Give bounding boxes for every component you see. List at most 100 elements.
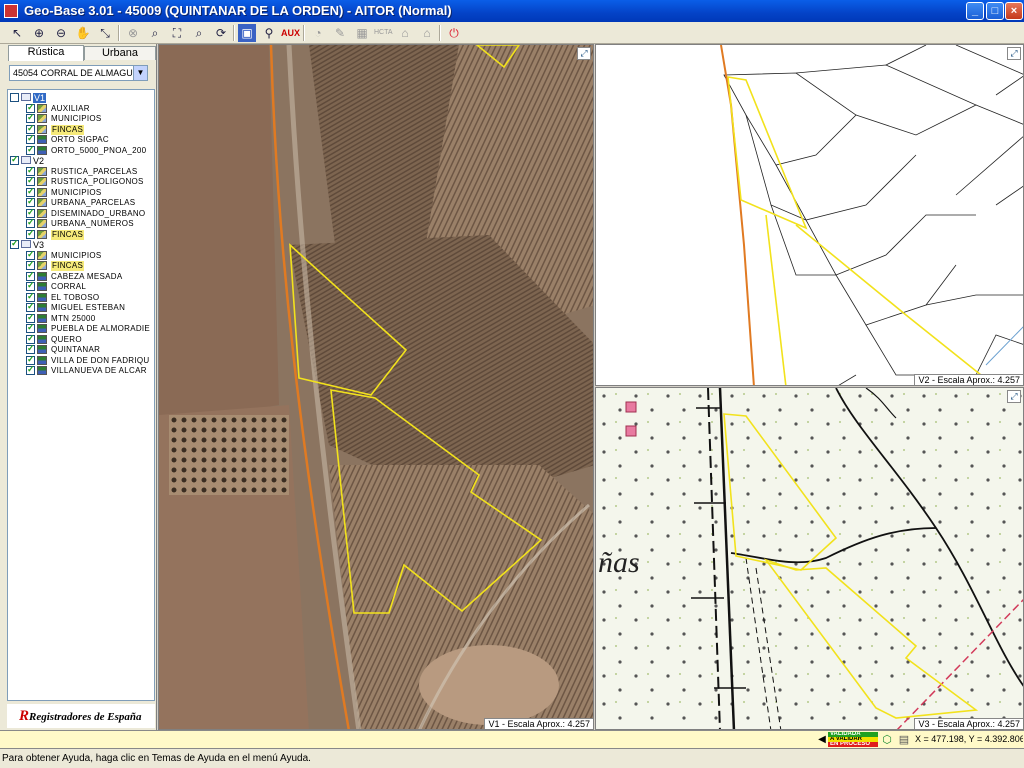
municipality-value: 45054 CORRAL DE ALMAGUE — [13, 68, 139, 78]
map-view-v3[interactable]: ñas ⤢ V3 - Escala Aprox.: 4.257 — [595, 387, 1024, 730]
status-bar: Para obtener Ayuda, haga clic en Temas d… — [0, 749, 1024, 768]
validation-status-badge[interactable]: VALIDADA A VALIDAR EN PROCESO — [828, 732, 878, 748]
layer-icon — [37, 167, 47, 176]
folder-icon — [21, 93, 31, 101]
stop-icon[interactable]: ⏻ — [445, 24, 463, 42]
group-label: V1 — [33, 93, 47, 103]
layer-item[interactable]: RUSTICA_POLIGONOS — [26, 175, 144, 187]
layer-icon — [37, 335, 47, 344]
layer-icon — [37, 303, 47, 312]
layer-checkbox[interactable] — [26, 196, 35, 207]
maximize-view-icon[interactable]: ⤢ — [1007, 47, 1021, 60]
group-label: V2 — [33, 156, 45, 166]
layer-checkbox[interactable] — [26, 228, 35, 239]
layer-item[interactable]: QUINTANAR — [26, 343, 100, 355]
layer-checkbox[interactable] — [26, 112, 35, 123]
book-icon[interactable]: ▤ — [897, 733, 911, 747]
layer-item[interactable]: MUNICIPIOS — [26, 186, 102, 198]
map-view-v2[interactable]: ⤢ V2 - Escala Aprox.: 4.257 — [595, 44, 1024, 386]
chevron-down-icon[interactable]: ▼ — [133, 66, 147, 80]
layer-checkbox[interactable] — [26, 259, 35, 270]
layer-panel: Rústica Urbana 45054 CORRAL DE ALMAGUE ▼… — [0, 44, 157, 730]
layer-item[interactable]: MIGUEL ESTEBAN — [26, 301, 125, 313]
chevron-left-icon[interactable]: ◀ — [817, 733, 827, 747]
zoom-out-icon[interactable]: ⊖ — [52, 24, 70, 42]
layer-checkbox[interactable] — [26, 301, 35, 312]
layer-item[interactable]: RUSTICA_PARCELAS — [26, 165, 137, 177]
layer-item[interactable]: CABEZA MESADA — [26, 270, 122, 282]
find-icon[interactable]: ⚲ — [260, 24, 278, 42]
layer-checkbox[interactable] — [26, 280, 35, 291]
window-title: Geo-Base 3.01 - 45009 (QUINTANAR DE LA O… — [24, 3, 452, 18]
house-icon[interactable]: ⌂ — [396, 24, 414, 42]
refresh-icon[interactable]: ⟳ — [212, 24, 230, 42]
layer-item[interactable]: VILLA DE DON FADRIQU — [26, 354, 149, 366]
zoom-window-icon[interactable]: ⌕ — [146, 24, 164, 42]
layer-checkbox[interactable] — [26, 144, 35, 155]
layer-item[interactable]: AUXILIAR — [26, 102, 90, 114]
layer-item[interactable]: FINCAS — [26, 228, 85, 240]
measure-icon[interactable]: ⤡ — [96, 24, 114, 42]
select-arrow-icon[interactable]: ↖ — [8, 24, 26, 42]
layer-item[interactable]: URBANA_PARCELAS — [26, 196, 135, 208]
layer-icon — [37, 114, 47, 123]
maximize-button[interactable]: □ — [986, 2, 1004, 20]
layer-checkbox[interactable] — [26, 175, 35, 186]
layer-icon — [37, 188, 47, 197]
shape-icon[interactable]: ◔ — [309, 24, 327, 42]
pan-hand-icon[interactable]: ✋ — [74, 24, 92, 42]
layer-item[interactable]: MUNICIPIOS — [26, 249, 102, 261]
delete-icon[interactable]: ⊗ — [124, 24, 142, 42]
group-label: V3 — [33, 240, 45, 250]
map-view-v1[interactable]: ⤢ V1 - Escala Aprox.: 4.257 — [158, 44, 594, 730]
zoom-selection-icon[interactable]: ⌕ — [190, 24, 208, 42]
edit-icon[interactable]: ✎ — [331, 24, 349, 42]
layer-checkbox[interactable] — [26, 217, 35, 228]
tab-urbana[interactable]: Urbana — [84, 46, 156, 60]
layer-icon — [37, 219, 47, 228]
house-open-icon[interactable]: ⌂ — [418, 24, 436, 42]
layer-checkbox[interactable] — [26, 322, 35, 333]
layers-icon[interactable]: ▣ — [238, 24, 256, 42]
layer-icon — [37, 177, 47, 186]
municipality-select[interactable]: 45054 CORRAL DE ALMAGUE ▼ — [9, 65, 148, 81]
layer-icon — [37, 293, 47, 302]
table-icon[interactable]: ▦ — [353, 24, 371, 42]
layer-item[interactable]: MUNICIPIOS — [26, 112, 102, 124]
layer-item[interactable]: FINCAS — [26, 123, 85, 135]
layer-item[interactable]: PUEBLA DE ALMORADIE — [26, 322, 150, 334]
status-strip: ◀ VALIDADA A VALIDAR EN PROCESO ⬡ ▤ X = … — [0, 730, 1024, 749]
layer-checkbox[interactable] — [26, 343, 35, 354]
layer-tree: V1 AUXILIAR MUNICIPIOS FINCAS ORTO SIGPA… — [7, 89, 155, 701]
close-button[interactable]: × — [1005, 2, 1023, 20]
toolbar-separator — [303, 25, 305, 41]
polygon-icon[interactable]: ⬡ — [880, 733, 894, 747]
group-checkbox[interactable] — [10, 154, 19, 165]
layer-icon — [37, 272, 47, 281]
layer-item[interactable]: VILLANUEVA DE ALCAR — [26, 364, 147, 376]
layer-item[interactable]: ORTO SIGPAC — [26, 133, 109, 145]
hcta-icon[interactable]: HCTA — [374, 24, 393, 42]
layer-item[interactable]: EL TOBOSO — [26, 291, 99, 303]
group-checkbox[interactable] — [10, 238, 19, 249]
group-checkbox[interactable] — [10, 93, 19, 102]
layer-item[interactable]: CORRAL — [26, 280, 86, 292]
title-bar: Geo-Base 3.01 - 45009 (QUINTANAR DE LA O… — [0, 0, 1024, 22]
layer-icon — [37, 261, 47, 270]
maximize-view-icon[interactable]: ⤢ — [577, 47, 591, 60]
aux-icon[interactable]: AUX — [281, 24, 300, 42]
layer-item[interactable]: MTN 25000 — [26, 312, 96, 324]
tab-rustica[interactable]: Rústica — [8, 45, 84, 61]
maximize-view-icon[interactable]: ⤢ — [1007, 390, 1021, 403]
layer-icon — [37, 356, 47, 365]
zoom-extent-icon[interactable]: ⛶ — [168, 24, 186, 42]
layer-item[interactable]: DISEMINADO_URBANO — [26, 207, 145, 219]
layer-item[interactable]: URBANA_NUMEROS — [26, 217, 134, 229]
layer-item[interactable]: FINCAS — [26, 259, 85, 271]
minimize-button[interactable]: _ — [966, 2, 984, 20]
topographic-map — [596, 388, 1023, 729]
zoom-in-icon[interactable]: ⊕ — [30, 24, 48, 42]
layer-item[interactable]: ORTO_5000_PNOA_200 — [26, 144, 146, 156]
layer-checkbox[interactable] — [26, 133, 35, 144]
layer-checkbox[interactable] — [26, 364, 35, 375]
